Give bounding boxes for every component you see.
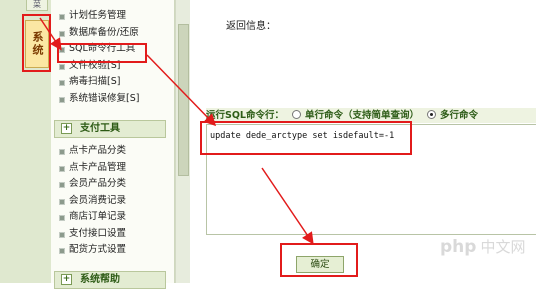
menu-item-card-manage[interactable]: 点卡产品管理 [51, 160, 174, 177]
bullet-icon [59, 215, 65, 221]
menu-item-payment-api[interactable]: 支付接口设置 [51, 226, 174, 243]
section-title: 支付工具 [80, 123, 120, 134]
radio-multi-label: 多行命令 [440, 110, 479, 121]
tab-previous[interactable]: 菜 [26, 0, 48, 11]
menu-item-label: 系统错误修复[S] [69, 92, 140, 104]
menu-item-db-backup[interactable]: 数据库备份/还原 [51, 25, 174, 42]
bullet-icon [59, 182, 65, 188]
menu-item-error-repair[interactable]: 系统错误修复[S] [51, 91, 174, 108]
section-title: 系统帮助 [80, 274, 120, 285]
return-info-label: 返回信息： [226, 21, 276, 32]
menu-scrollbar[interactable] [175, 0, 190, 283]
bullet-icon [59, 14, 65, 20]
bullet-icon [59, 149, 65, 155]
menu-item-label: 支付接口设置 [69, 227, 127, 239]
radio-single-line[interactable] [291, 110, 301, 119]
bullet-icon [59, 165, 65, 172]
menu-item-label: 点卡产品分类 [69, 145, 127, 156]
menu-item-member-category[interactable]: 会员产品分类 [51, 176, 174, 193]
bullet-icon [59, 30, 65, 37]
watermark-logo: php [440, 237, 477, 257]
menu-item-label: 会员产品分类 [69, 178, 127, 189]
menu-item-shop-orders[interactable]: 商店订单记录 [51, 209, 174, 226]
section-header-payment[interactable]: + 支付工具 [54, 120, 166, 138]
menu-item-card-category[interactable]: 点卡产品分类 [51, 143, 174, 160]
menu-item-label: 商店订单记录 [69, 211, 127, 222]
menu-item-label: 会员消费记录 [69, 194, 127, 206]
menu-item-scheduled-tasks[interactable]: 计划任务管理 [51, 8, 174, 25]
menu-group-payment-tools: 点卡产品分类 点卡产品管理 会员产品分类 会员消费记录 商店订单记录 支付接口设… [51, 143, 174, 259]
sql-mode-label: 运行SQL命令行： [206, 110, 284, 121]
watermark: php 中文网 [440, 236, 525, 257]
annotation-box-sql-input [200, 121, 412, 155]
expand-plus-icon: + [61, 122, 72, 134]
bullet-icon [59, 248, 65, 254]
bullet-icon [59, 198, 65, 205]
menu-item-label: 数据库备份/还原 [69, 26, 139, 38]
watermark-site: 中文网 [480, 238, 526, 256]
bullet-icon [59, 80, 65, 86]
menu-item-virus-scan[interactable]: 病毒扫描[S] [51, 74, 174, 91]
menu-item-label: 点卡产品管理 [69, 161, 127, 173]
radio-single-label: 单行命令（支持简单查询） [304, 110, 419, 121]
menu-item-member-consume[interactable]: 会员消费记录 [51, 193, 174, 210]
annotation-box-confirm [280, 243, 358, 277]
bullet-icon [59, 96, 65, 103]
menu-item-label: 配货方式设置 [69, 244, 127, 255]
bullet-icon [59, 63, 65, 70]
scrollbar-thumb[interactable] [178, 24, 189, 176]
bullet-icon [59, 231, 65, 238]
radio-multi-line[interactable] [427, 110, 436, 119]
menu-item-label: 病毒扫描[S] [69, 76, 121, 87]
annotation-box-system-tab [22, 14, 51, 72]
section-header-help[interactable]: + 系统帮助 [54, 271, 166, 289]
menu-item-delivery[interactable]: 配货方式设置 [51, 242, 174, 259]
menu-item-label: 计划任务管理 [69, 10, 127, 21]
annotation-box-sql-tool [57, 43, 147, 63]
